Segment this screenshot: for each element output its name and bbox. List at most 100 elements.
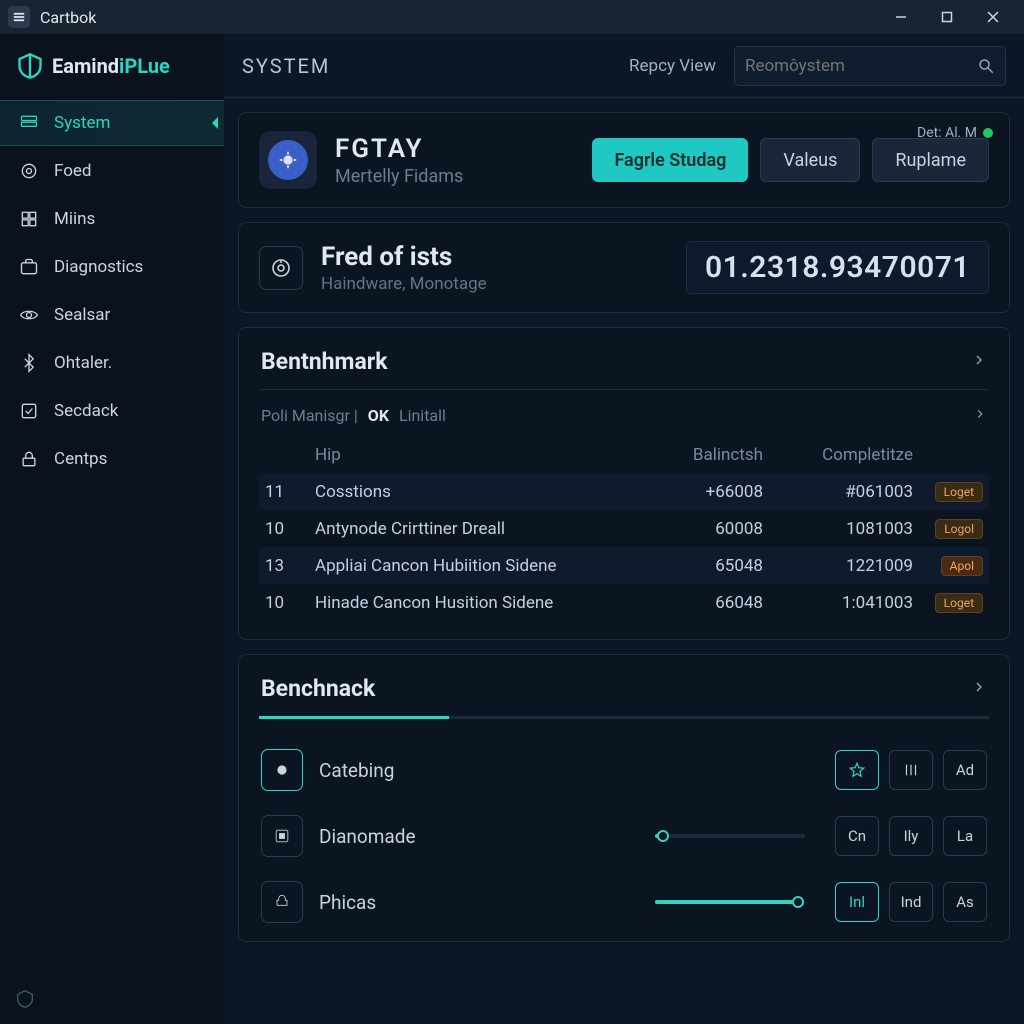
values-button[interactable]: Valeus (760, 138, 860, 182)
app-title: Cartbok (40, 8, 96, 27)
la-button[interactable]: La (943, 816, 987, 856)
crumb-right: Linitall (399, 406, 446, 425)
identity-title: FGTAY (335, 134, 463, 164)
identity-subtitle: Mertelly Fidams (335, 166, 463, 187)
view-link[interactable]: Repcy View (629, 56, 716, 76)
main-content: SYSTEM Repcy View Det: Al. M FGTAY (224, 34, 1024, 1024)
table-row[interactable]: 10 Antynode Crirttiner Dreall 60008 1081… (259, 510, 989, 547)
brand-text-a: Eamind (52, 54, 119, 78)
eye-icon (18, 304, 40, 326)
window-minimize-button[interactable] (878, 0, 924, 34)
tool-label: Catebing (319, 759, 394, 782)
sidebar: EamindiPLue System Foed Miins Diagnostic… (0, 34, 224, 1024)
table-row[interactable]: 13 Appliai Cancon Hubiition Sidene 65048… (259, 547, 989, 584)
search-input[interactable] (745, 56, 977, 76)
sidebar-item-label: Diagnostics (54, 257, 143, 277)
tool-icon[interactable] (261, 749, 303, 791)
crumb-expand-button[interactable] (973, 406, 987, 425)
table-row[interactable]: 11 Cosstions +66008 #061003 Loget (259, 473, 989, 510)
status-badge: Loget (935, 482, 983, 502)
crumb-left: Poli Manisgr (261, 406, 350, 425)
slider[interactable] (655, 900, 805, 904)
metric-card: Fred of ists Haindware, Monotage 01.2318… (238, 222, 1010, 313)
status-badge: Logol (935, 519, 983, 539)
table-header: Hip Balinctsh Completitze (259, 437, 989, 473)
benchnack-card: Benchnack Catebing Ad Dianomade Cn Il (238, 654, 1010, 942)
slider[interactable] (655, 834, 805, 838)
tool-icon[interactable] (261, 815, 303, 857)
window-titlebar: Cartbok (0, 0, 1024, 34)
sidebar-item-label: Miins (54, 209, 95, 229)
tool-label: Dianomade (319, 825, 416, 848)
status-badge: Loget (935, 593, 983, 613)
sidebar-item-foed[interactable]: Foed (0, 148, 224, 194)
expand-benchnack-button[interactable] (971, 679, 987, 699)
benchmark-crumb-row: Poli Manisgr | OK Linitall (259, 400, 989, 437)
sidebar-item-label: Sealsar (54, 305, 110, 325)
metric-value: 01.2318.93470071 (686, 241, 989, 294)
status-label: Det: Al. M (917, 125, 977, 141)
window-close-button[interactable] (970, 0, 1016, 34)
brand-logo: EamindiPLue (0, 42, 224, 98)
benchnack-title: Benchnack (261, 675, 375, 702)
metric-subtitle: Haindware, Monotage (321, 274, 487, 294)
briefcase-icon (18, 256, 40, 278)
checkbox-icon (18, 400, 40, 422)
sidebar-item-label: Foed (54, 161, 92, 181)
benchmark-card: Bentnhmark Poli Manisgr | OK Linitall Hi… (238, 327, 1010, 640)
tool-row-phicas: Phicas Inl Ind As (259, 869, 989, 935)
benchmark-table: Hip Balinctsh Completitze 11 Cosstions +… (259, 437, 989, 621)
col-balinctsh: Balinctsh (633, 445, 763, 465)
ily-button[interactable]: Ily (889, 816, 933, 856)
target-icon (18, 160, 40, 182)
tool-label: Phicas (319, 891, 376, 914)
ind-button[interactable]: Ind (889, 882, 933, 922)
sidebar-item-label: Ohtaler. (54, 353, 112, 373)
search-box[interactable] (734, 46, 1006, 86)
breadcrumb: SYSTEM (242, 54, 330, 78)
col-completitze: Completitze (763, 445, 913, 465)
metric-title: Fred of ists (321, 242, 487, 272)
tool-row-catebing: Catebing Ad (259, 737, 989, 803)
brand-text-b: iPLue (119, 54, 170, 78)
sidebar-item-label: Centps (54, 449, 107, 469)
chip-icon (277, 149, 299, 171)
window-maximize-button[interactable] (924, 0, 970, 34)
sidebar-item-system[interactable]: System (0, 100, 224, 146)
sidebar-item-miins[interactable]: Miins (0, 196, 224, 242)
sidebar-item-diagnostics[interactable]: Diagnostics (0, 244, 224, 290)
sidebar-item-label: System (54, 113, 110, 133)
avatar (259, 131, 317, 189)
sidebar-item-secdack[interactable]: Secdack (0, 388, 224, 434)
tab-indicator (259, 716, 989, 719)
primary-action-button[interactable]: Fagrle Studag (592, 138, 748, 182)
sidebar-item-centps[interactable]: Centps (0, 436, 224, 482)
lock-icon (18, 448, 40, 470)
benchmark-title: Bentnhmark (261, 348, 388, 375)
cn-button[interactable]: Cn (835, 816, 879, 856)
crumb-ok: OK (368, 406, 389, 425)
table-row[interactable]: 10 Hinade Cancon Husition Sidene 66048 1… (259, 584, 989, 621)
sidebar-item-label: Secdack (54, 401, 118, 421)
sidebar-footer-icon[interactable] (14, 988, 36, 1014)
ruplame-button[interactable]: Ruplame (872, 138, 989, 182)
status-badge: Apol (941, 556, 983, 576)
inl-button[interactable]: Inl (835, 882, 879, 922)
col-name: Hip (315, 445, 633, 465)
gauge-icon (259, 246, 303, 290)
sidebar-item-ohtaler[interactable]: Ohtaler. (0, 340, 224, 386)
tool-icon[interactable] (261, 881, 303, 923)
as-button[interactable]: As (943, 882, 987, 922)
identity-card: Det: Al. M FGTAY Mertelly Fidams Fagrle … (238, 112, 1010, 208)
ad-button[interactable]: Ad (943, 750, 987, 790)
server-icon (18, 112, 40, 134)
bluetooth-icon (18, 352, 40, 374)
sidebar-item-sealsar[interactable]: Sealsar (0, 292, 224, 338)
status-dot-icon (983, 128, 993, 138)
star-button[interactable] (835, 750, 879, 790)
expand-benchmark-button[interactable] (971, 352, 987, 372)
app-header: SYSTEM Repcy View (224, 34, 1024, 98)
bars-button[interactable] (889, 750, 933, 790)
tool-row-dianomade: Dianomade Cn Ily La (259, 803, 989, 869)
grid-icon (18, 208, 40, 230)
